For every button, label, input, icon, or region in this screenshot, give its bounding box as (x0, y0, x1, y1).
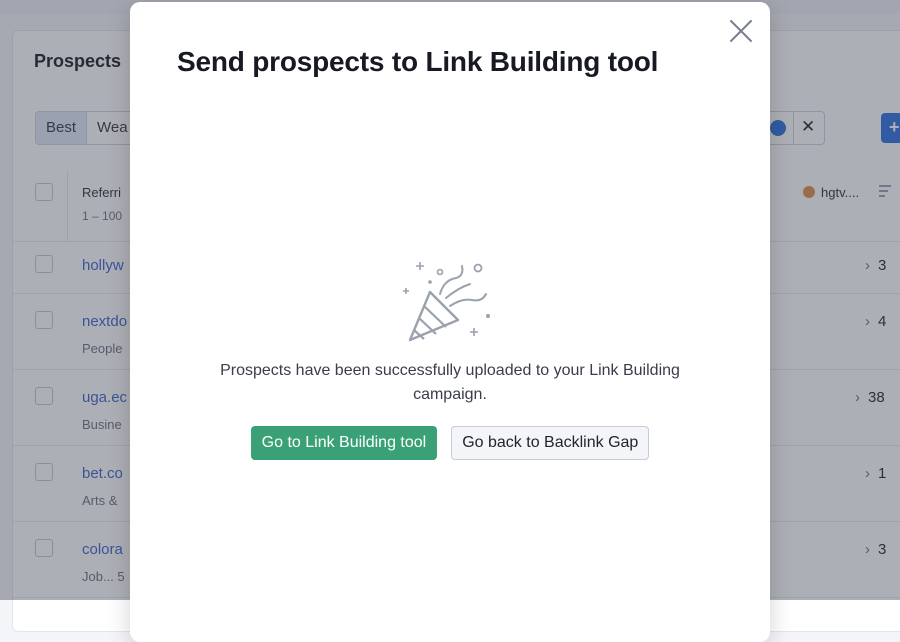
go-to-link-building-button[interactable]: Go to Link Building tool (250, 426, 438, 460)
send-prospects-modal: Send prospects to Link Building tool Pro… (130, 2, 770, 642)
success-message: Prospects have been successfully uploade… (170, 359, 730, 407)
close-icon[interactable] (728, 18, 754, 44)
success-message-line2: campaign. (413, 386, 487, 403)
party-popper-icon (403, 262, 490, 342)
back-to-backlink-gap-button[interactable]: Go back to Backlink Gap (451, 426, 650, 460)
success-message-line1: Prospects have been successfully uploade… (220, 362, 680, 379)
modal-title: Send prospects to Link Building tool (177, 46, 659, 77)
modal-actions: Go to Link Building tool Go back to Back… (130, 426, 770, 460)
